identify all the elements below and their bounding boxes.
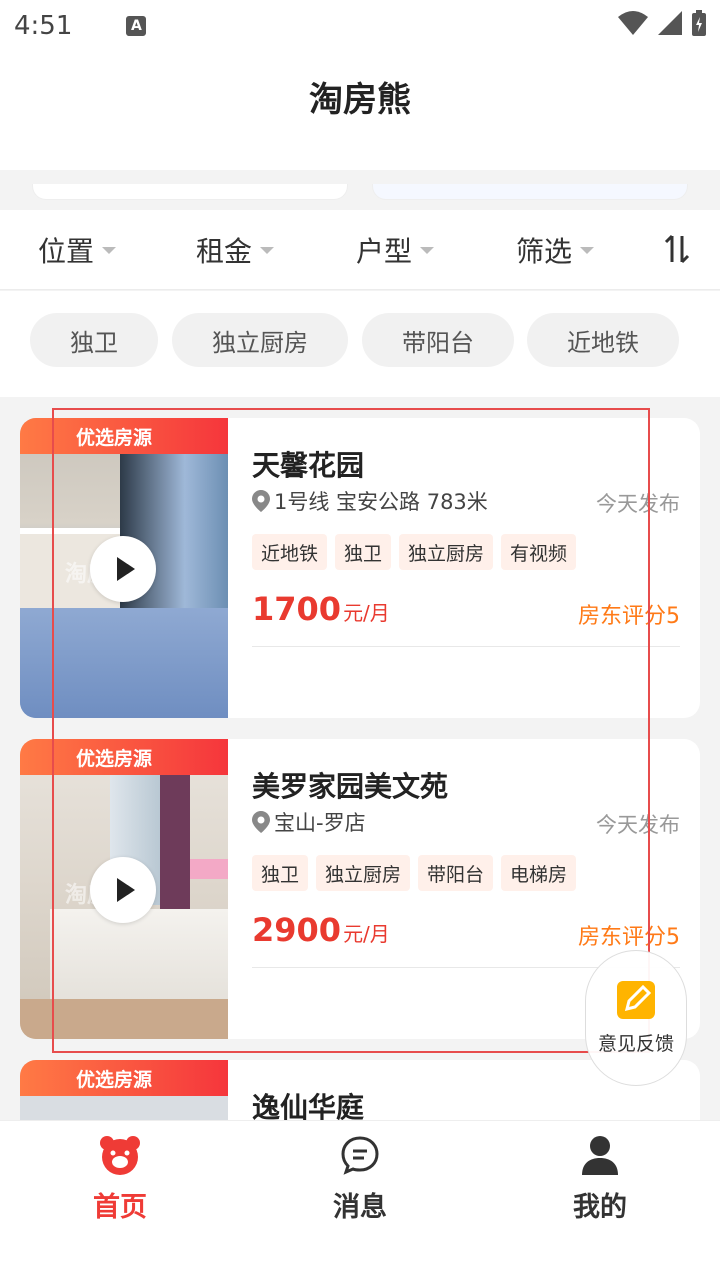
tab-messages[interactable]: 消息 bbox=[300, 1135, 420, 1224]
price-unit: 元/月 bbox=[343, 922, 390, 946]
tab-home-label: 首页 bbox=[93, 1192, 147, 1223]
divider bbox=[252, 646, 680, 647]
bed-scene bbox=[20, 608, 228, 718]
tag: 近地铁 bbox=[252, 534, 328, 570]
listing-tags: 独卫 独立厨房 带阳台 电梯房 bbox=[252, 855, 577, 891]
edit-icon bbox=[617, 980, 655, 1019]
banner-card-left bbox=[32, 184, 348, 200]
listing-location: 1号线 宝安公路 783米 bbox=[252, 486, 488, 516]
listing-title: 美罗家园美文苑 bbox=[252, 770, 449, 803]
badge-premium: 优选房源 bbox=[20, 739, 228, 775]
tag: 独卫 bbox=[335, 534, 392, 570]
location-pin-icon bbox=[252, 811, 270, 833]
title-bar: 淘房熊 bbox=[0, 52, 720, 200]
listing-price: 2900 元/月 bbox=[252, 911, 390, 949]
feedback-label: 意见反馈 bbox=[597, 1032, 674, 1055]
filter-rent-label: 租金 bbox=[196, 234, 253, 268]
banner-card-right bbox=[372, 184, 688, 200]
landlord-rating: 房东评分5 bbox=[578, 925, 680, 950]
caret-down-icon bbox=[102, 247, 117, 254]
tag: 有视频 bbox=[501, 534, 577, 570]
badge-premium: 优选房源 bbox=[20, 1060, 228, 1096]
filter-bar: 位置 租金 户型 筛选 bbox=[0, 210, 720, 290]
listing-tags: 近地铁 独卫 独立厨房 有视频 bbox=[252, 534, 577, 570]
filter-layout[interactable]: 户型 bbox=[356, 230, 435, 270]
listing-location-text: 1号线 宝安公路 783米 bbox=[274, 490, 488, 514]
headboard-scene bbox=[190, 859, 228, 879]
tag: 独立厨房 bbox=[316, 855, 411, 891]
filter-more[interactable]: 筛选 bbox=[516, 230, 595, 270]
price-value: 2900 bbox=[252, 911, 342, 949]
wifi-icon bbox=[618, 11, 648, 35]
tab-profile-label: 我的 bbox=[573, 1192, 627, 1223]
chip-balcony[interactable]: 带阳台 bbox=[362, 313, 514, 367]
badge-premium: 优选房源 bbox=[20, 418, 228, 454]
listing-date: 今天发布 bbox=[596, 492, 680, 516]
tab-messages-label: 消息 bbox=[333, 1192, 387, 1223]
notification-a-icon: A bbox=[126, 16, 147, 36]
listing-date: 今天发布 bbox=[596, 813, 680, 837]
listing-card[interactable]: 优选房源 淘房熊 天馨花园 1号线 宝安公路 783米 今天发布 近地铁 独卫 … bbox=[20, 418, 700, 718]
price-value: 1700 bbox=[252, 590, 342, 628]
person-icon bbox=[582, 1136, 618, 1175]
tag: 独卫 bbox=[252, 855, 309, 891]
message-icon bbox=[341, 1136, 379, 1175]
tag: 独立厨房 bbox=[399, 534, 494, 570]
filter-layout-label: 户型 bbox=[356, 234, 413, 268]
play-icon[interactable] bbox=[90, 536, 156, 602]
chip-private-kitchen[interactable]: 独立厨房 bbox=[172, 313, 348, 367]
filter-location-label: 位置 bbox=[38, 234, 95, 268]
chip-private-bath[interactable]: 独卫 bbox=[30, 313, 158, 367]
page-title: 淘房熊 bbox=[309, 80, 411, 120]
feedback-button[interactable]: 意见反馈 bbox=[585, 950, 687, 1086]
status-icons bbox=[618, 10, 706, 36]
status-bar: 4:51 A bbox=[0, 0, 720, 52]
caret-down-icon bbox=[420, 247, 435, 254]
bottom-tab-bar: 首页 消息 我的 bbox=[0, 1120, 720, 1280]
quick-filter-chips: 独卫 独立厨房 带阳台 近地铁 bbox=[0, 291, 720, 397]
location-pin-icon bbox=[252, 490, 270, 512]
listing-title: 天馨花园 bbox=[252, 449, 365, 482]
filter-more-label: 筛选 bbox=[516, 234, 573, 268]
listing-location-text: 宝山-罗店 bbox=[274, 811, 366, 835]
caret-down-icon bbox=[260, 247, 275, 254]
chip-near-metro[interactable]: 近地铁 bbox=[527, 313, 679, 367]
listing-photo[interactable]: 优选房源 淘房熊 bbox=[20, 739, 228, 1039]
listing-photo[interactable]: 优选房源 淘房熊 bbox=[20, 418, 228, 718]
filter-rent[interactable]: 租金 bbox=[196, 230, 275, 270]
listing-price: 1700 元/月 bbox=[252, 590, 390, 628]
bear-home-icon bbox=[100, 1136, 140, 1175]
listing-photo[interactable]: 优选房源 bbox=[20, 1060, 228, 1120]
signal-icon bbox=[658, 11, 682, 35]
landlord-rating: 房东评分5 bbox=[578, 604, 680, 629]
battery-icon bbox=[692, 10, 706, 36]
play-icon[interactable] bbox=[90, 857, 156, 923]
price-unit: 元/月 bbox=[343, 601, 390, 625]
tag: 电梯房 bbox=[501, 855, 577, 891]
tag: 带阳台 bbox=[418, 855, 494, 891]
listing-info: 天馨花园 1号线 宝安公路 783米 今天发布 近地铁 独卫 独立厨房 有视频 … bbox=[252, 418, 680, 718]
listing-title: 逸仙华庭 bbox=[252, 1091, 365, 1120]
listing-location: 宝山-罗店 bbox=[252, 807, 366, 837]
filter-location[interactable]: 位置 bbox=[38, 230, 117, 270]
floor-scene bbox=[20, 999, 228, 1039]
caret-down-icon bbox=[580, 247, 595, 254]
tab-home[interactable]: 首页 bbox=[60, 1135, 180, 1224]
tab-profile[interactable]: 我的 bbox=[540, 1135, 660, 1224]
sort-icon[interactable] bbox=[664, 234, 690, 264]
status-time: 4:51 bbox=[14, 11, 73, 41]
